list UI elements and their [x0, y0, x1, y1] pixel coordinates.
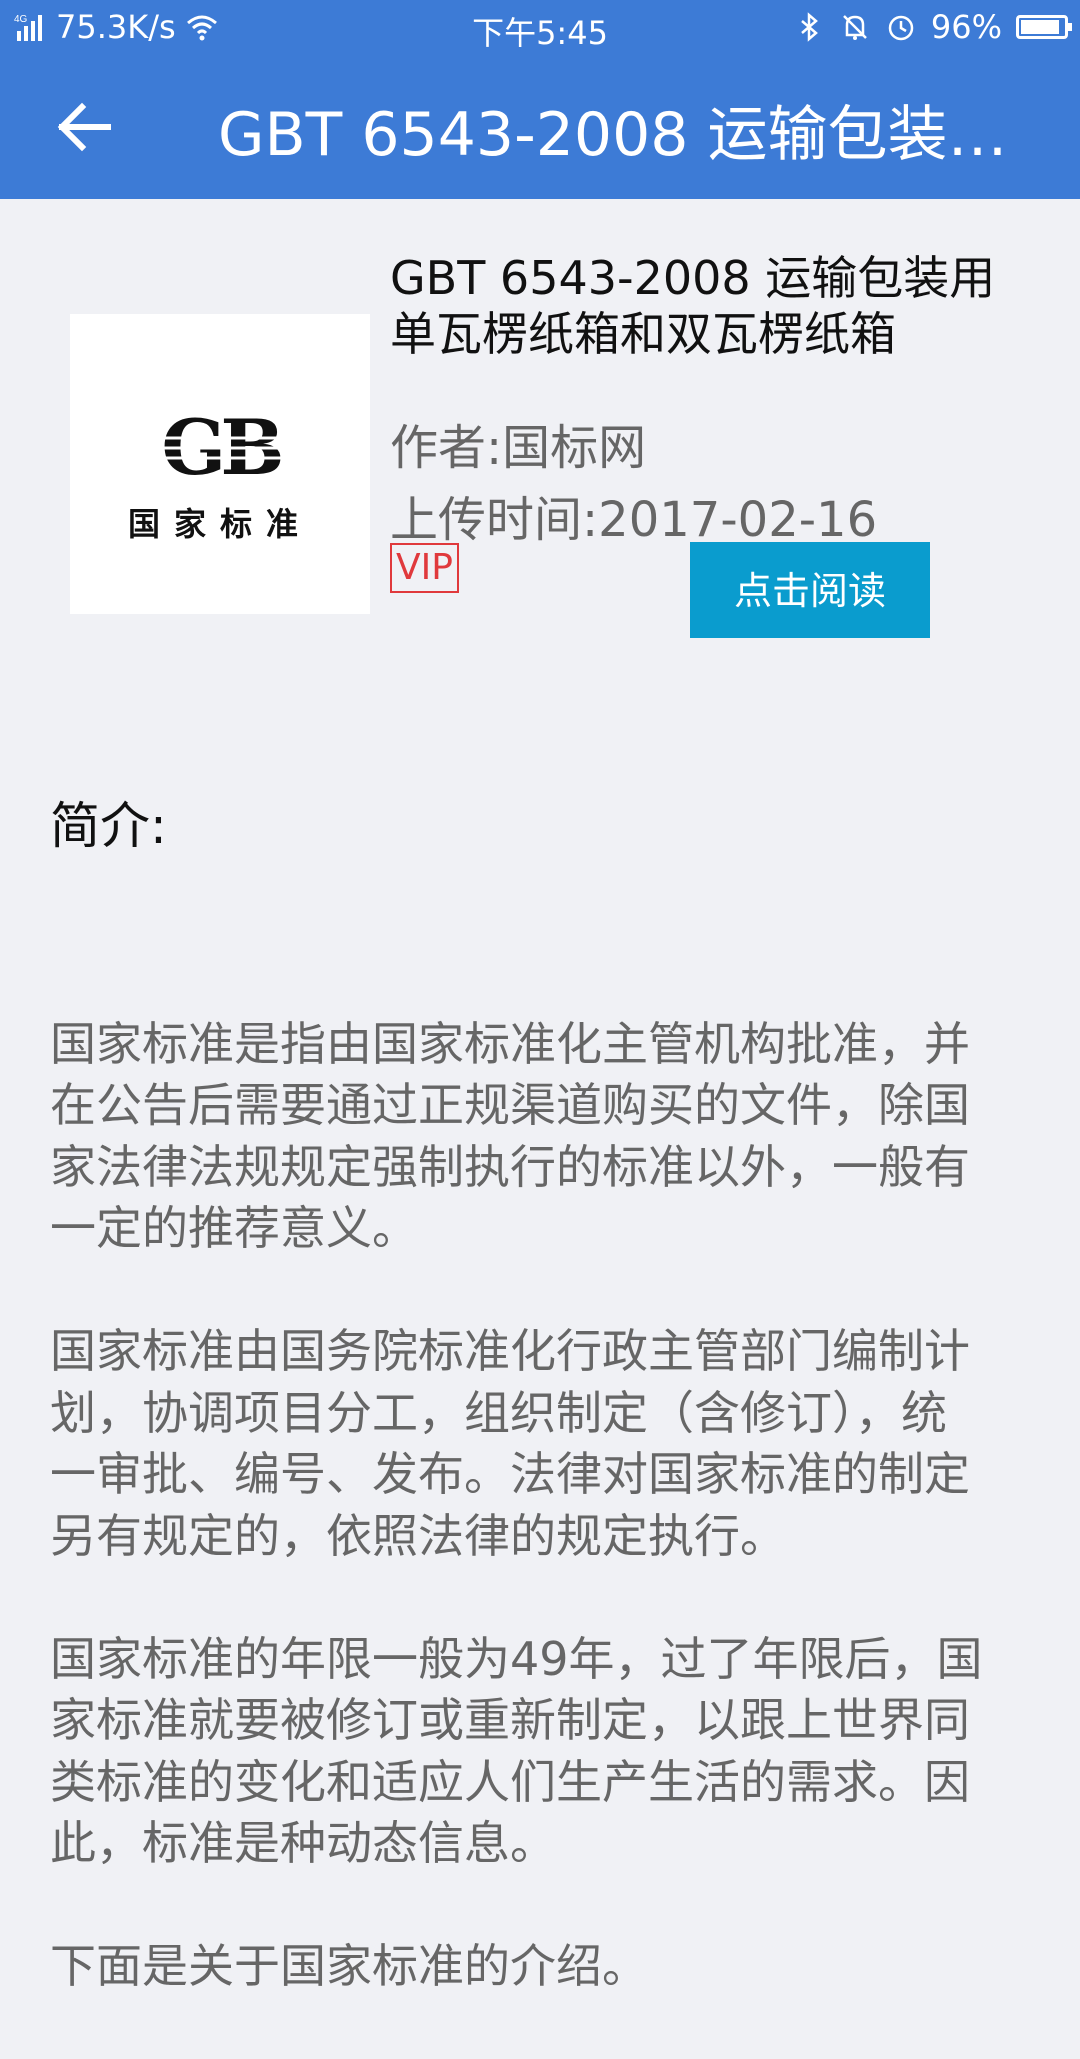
cover-caption: 国家标准	[127, 505, 312, 543]
arrow-left-icon[interactable]	[50, 92, 120, 162]
intro-paragraph: 下面是关于国家标准的介绍。	[50, 1939, 648, 1993]
intro-heading: 简介:	[50, 797, 167, 855]
battery-fill	[1021, 20, 1060, 34]
status-right: 96%	[793, 8, 1072, 46]
page-title: GBT 6543-2008 运输包装用单瓦楞纸箱和双瓦楞纸箱	[218, 100, 1040, 170]
status-bar: 4G 75.3K/s 下午5:45 96%	[0, 0, 1080, 54]
gb-logo: GB	[126, 414, 314, 484]
vip-badge: VIP	[390, 543, 459, 593]
book-author: 作者:国标网	[390, 420, 647, 476]
intro-paragraph: 国家标准是指由国家标准化主管机构批准，并在公告后需要通过正规渠道购买的文件，除国…	[50, 1016, 970, 1256]
read-button[interactable]: 点击阅读	[690, 542, 930, 638]
battery-percent: 96%	[930, 8, 1002, 46]
intro-body: 国家标准是指由国家标准化主管机构批准，并在公告后需要通过正规渠道购买的文件，除国…	[50, 952, 990, 2059]
bluetooth-icon	[801, 12, 818, 42]
app-bar: GBT 6543-2008 运输包装用单瓦楞纸箱和双瓦楞纸箱	[0, 54, 1080, 199]
book-cover: GB 国家标准	[70, 314, 370, 614]
book-title: GBT 6543-2008 运输包装用单瓦楞纸箱和双瓦楞纸箱	[390, 251, 996, 361]
intro-paragraph: 国家标准由国务院标准化行政主管部门编制计划，协调项目分工，组织制定（含修订），统…	[50, 1324, 970, 1563]
bell-muted-icon	[842, 15, 867, 40]
intro-paragraph: 国家标准的年限一般为49年，过了年限后，国家标准就要被修订或重新制定，以跟上世界…	[50, 1631, 983, 1871]
upload-time: 上传时间:2017-02-16	[390, 492, 878, 548]
battery-icon	[1016, 15, 1072, 39]
alarm-icon	[888, 15, 914, 41]
